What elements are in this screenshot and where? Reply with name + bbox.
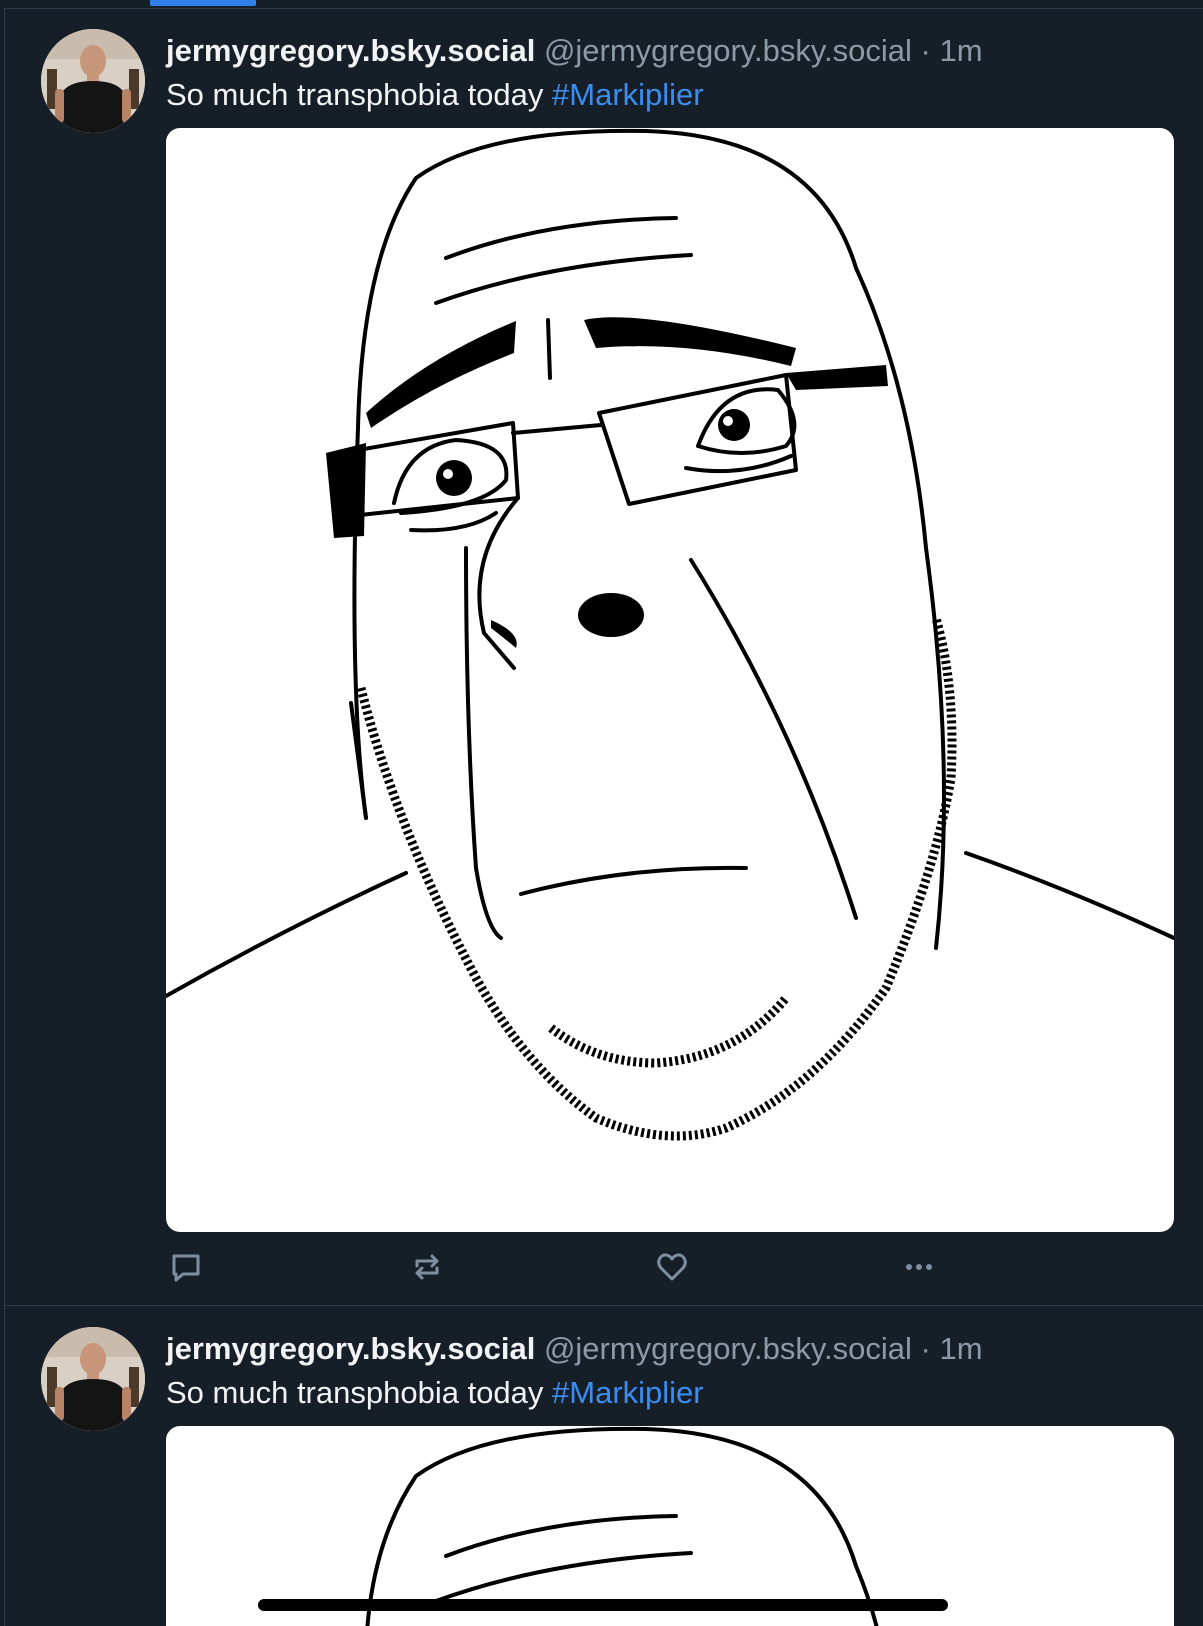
hashtag-link[interactable]: #Markiplier bbox=[552, 77, 704, 112]
feed-post[interactable]: jermygregory.bsky.social @jermygregory.b… bbox=[5, 1307, 1203, 1626]
reply-icon[interactable] bbox=[166, 1247, 206, 1287]
post-timestamp[interactable]: 1m bbox=[940, 1331, 983, 1366]
hashtag-link[interactable]: #Markiplier bbox=[552, 1375, 704, 1410]
home-indicator[interactable] bbox=[258, 1599, 948, 1611]
post-text: So much transphobia today #Markiplier bbox=[166, 1371, 704, 1415]
app-screen: jermygregory.bsky.social @jermygregory.b… bbox=[0, 0, 1203, 1626]
post-timestamp[interactable]: 1m bbox=[940, 33, 983, 68]
separator-dot: · bbox=[920, 1331, 931, 1366]
separator-dot: · bbox=[920, 33, 931, 68]
repost-icon[interactable] bbox=[407, 1247, 447, 1287]
post-image[interactable] bbox=[166, 1426, 1174, 1626]
display-name[interactable]: jermygregory.bsky.social bbox=[166, 33, 535, 68]
post-header: jermygregory.bsky.social @jermygregory.b… bbox=[166, 1327, 983, 1371]
post-actions bbox=[166, 1241, 1174, 1291]
user-handle[interactable]: @jermygregory.bsky.social bbox=[544, 1331, 912, 1366]
post-image[interactable] bbox=[166, 128, 1174, 1232]
more-options-icon[interactable] bbox=[899, 1247, 939, 1287]
post-body-text: So much transphobia today bbox=[166, 1375, 544, 1410]
display-name[interactable]: jermygregory.bsky.social bbox=[166, 1331, 535, 1366]
user-handle[interactable]: @jermygregory.bsky.social bbox=[544, 33, 912, 68]
post-text: So much transphobia today #Markiplier bbox=[166, 73, 704, 117]
post-feed: jermygregory.bsky.social @jermygregory.b… bbox=[4, 8, 1203, 1626]
active-tab-indicator bbox=[150, 0, 256, 6]
like-icon[interactable] bbox=[652, 1247, 692, 1287]
avatar[interactable] bbox=[41, 1327, 145, 1431]
feed-post[interactable]: jermygregory.bsky.social @jermygregory.b… bbox=[5, 9, 1203, 1306]
avatar[interactable] bbox=[41, 29, 145, 133]
post-header: jermygregory.bsky.social @jermygregory.b… bbox=[166, 29, 983, 73]
post-body-text: So much transphobia today bbox=[166, 77, 544, 112]
